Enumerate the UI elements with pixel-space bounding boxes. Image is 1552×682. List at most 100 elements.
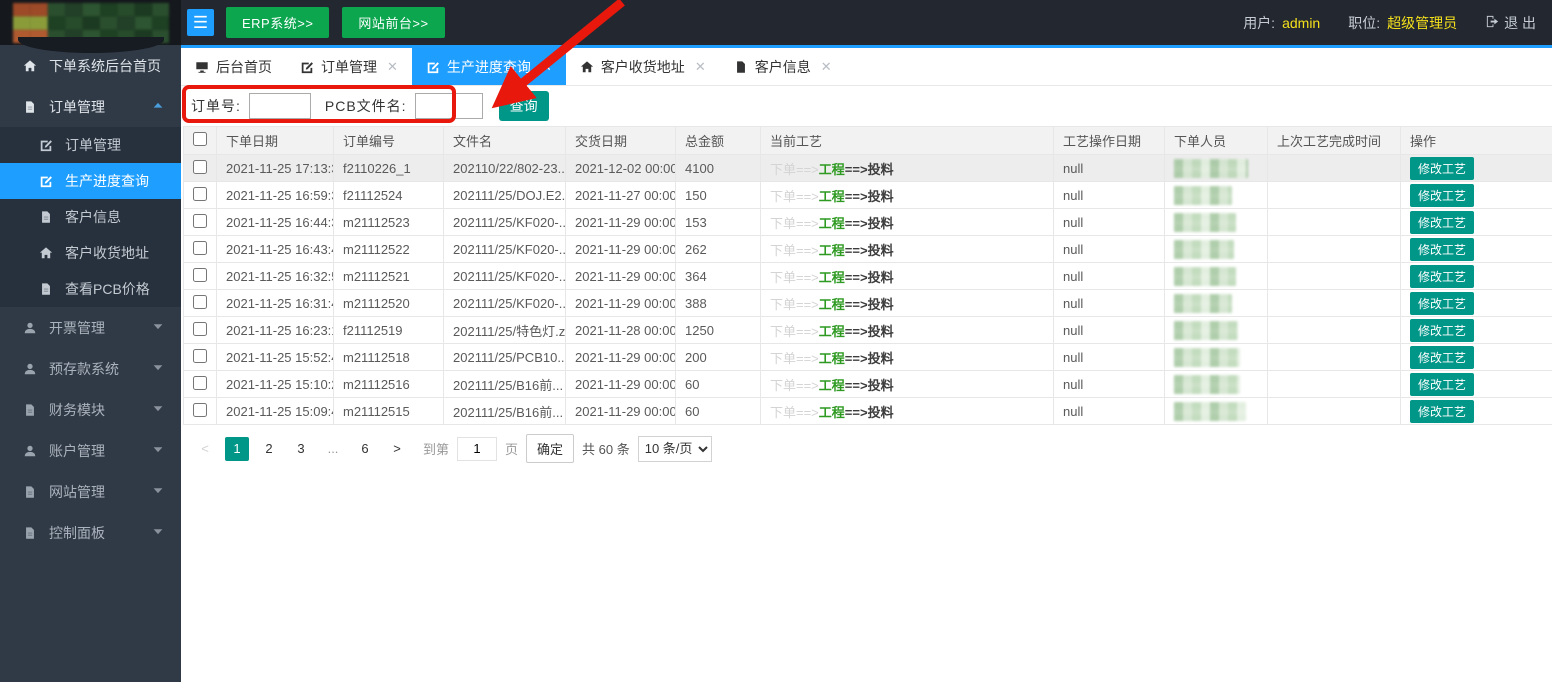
tab-3[interactable]: 客户收货地址✕ (566, 48, 720, 85)
row-select-cell (184, 263, 217, 290)
tab-4[interactable]: 客户信息✕ (720, 48, 846, 85)
app-logo-blurred (0, 0, 181, 45)
site-front-button[interactable]: 网站前台>> (342, 7, 444, 38)
cell-file: 202111/25/DOJ.E2... (444, 182, 566, 209)
pagination-page-3[interactable]: 3 (289, 437, 313, 461)
cell-last-done (1268, 317, 1401, 344)
cell-op-date: null (1054, 317, 1165, 344)
query-button[interactable]: 查询 (499, 91, 549, 121)
cell-person (1165, 182, 1268, 209)
cell-process: 下单==>工程==>投料 (761, 290, 1054, 317)
cell-amount: 200 (676, 344, 761, 371)
cell-person (1165, 290, 1268, 317)
cell-order: m21112515 (334, 398, 444, 425)
process-done: 下单==> (770, 351, 819, 366)
caretdown-icon (151, 360, 165, 374)
col-header-7: 下单人员 (1165, 127, 1268, 155)
row-select-cell (184, 371, 217, 398)
sidebar-item-1[interactable]: 订单管理 (0, 86, 181, 127)
sidebar-item-7[interactable]: 控制面板 (0, 512, 181, 553)
process-current: 工程 (819, 189, 845, 204)
select-all-checkbox[interactable] (193, 132, 207, 146)
col-header-2: 文件名 (444, 127, 566, 155)
pagination-prev[interactable]: < (193, 437, 217, 461)
row-checkbox[interactable] (193, 295, 207, 309)
row-checkbox[interactable] (193, 349, 207, 363)
row-checkbox[interactable] (193, 403, 207, 417)
col-header-1: 订单编号 (334, 127, 444, 155)
row-checkbox[interactable] (193, 376, 207, 390)
row-checkbox[interactable] (193, 241, 207, 255)
edit-process-button[interactable]: 修改工艺 (1410, 211, 1474, 234)
row-select-cell (184, 236, 217, 263)
logout-button[interactable]: 退 出 (1485, 13, 1536, 33)
cell-date: 2021-11-25 16:32:54 (217, 263, 334, 290)
cell-op-date: null (1054, 371, 1165, 398)
sidebar-item-label: 账户管理 (49, 441, 105, 461)
cell-op-date: null (1054, 236, 1165, 263)
edit-process-button[interactable]: 修改工艺 (1410, 400, 1474, 423)
cell-last-done (1268, 398, 1401, 425)
col-header-6: 工艺操作日期 (1054, 127, 1165, 155)
cell-op-date: null (1054, 182, 1165, 209)
process-done: 下单==> (770, 270, 819, 285)
cell-order: f2110226_1 (334, 155, 444, 182)
sidebar-item-4[interactable]: 财务模块 (0, 389, 181, 430)
row-checkbox[interactable] (193, 322, 207, 336)
sidebar-item-2[interactable]: 开票管理 (0, 307, 181, 348)
row-checkbox[interactable] (193, 214, 207, 228)
caretdown-icon (151, 442, 165, 456)
caretdown-icon (151, 319, 165, 333)
tab-0[interactable]: 后台首页 (181, 48, 286, 85)
process-done: 下单==> (770, 405, 819, 420)
tab-1[interactable]: 订单管理 ✕ (286, 48, 412, 85)
row-checkbox[interactable] (193, 187, 207, 201)
tab-label: 订单管理 (321, 57, 377, 77)
edit-process-button[interactable]: 修改工艺 (1410, 319, 1474, 342)
tab-close-icon[interactable]: ✕ (821, 59, 832, 75)
desktop-icon (195, 60, 209, 74)
sidebar-item-6[interactable]: 网站管理 (0, 471, 181, 512)
page-size-select[interactable]: 10 条/页 (638, 436, 712, 462)
tab-label: 生产进度查询 (447, 57, 531, 77)
erp-system-button[interactable]: ERP系统>> (226, 7, 329, 38)
table-row: 2021-11-25 15:52:45m21112518202111/25/PC… (184, 344, 1552, 371)
sidebar-subitem-4[interactable]: 查看PCB价格 (0, 271, 181, 307)
sidebar-item-3[interactable]: 预存款系统 (0, 348, 181, 389)
pagination-page-1[interactable]: 1 (225, 437, 249, 461)
pagination-next[interactable]: > (385, 437, 409, 461)
edit-process-button[interactable]: 修改工艺 (1410, 238, 1474, 261)
pagination-ellipsis: ... (321, 437, 345, 461)
sidebar-subitem-2[interactable]: 客户信息 (0, 199, 181, 235)
order-no-input[interactable] (249, 93, 311, 119)
tab-close-icon[interactable]: ✕ (541, 59, 552, 75)
sidebar-subitem-3[interactable]: 客户收货地址 (0, 235, 181, 271)
pagination-page-2[interactable]: 2 (257, 437, 281, 461)
sidebar-subitem-0[interactable]: 订单管理 (0, 127, 181, 163)
row-checkbox[interactable] (193, 160, 207, 174)
sidebar-item-5[interactable]: 账户管理 (0, 430, 181, 471)
cell-delivery: 2021-11-29 00:00:00 (566, 344, 676, 371)
tab-close-icon[interactable]: ✕ (695, 59, 706, 75)
tab-2[interactable]: 生产进度查询 ✕ (412, 48, 566, 85)
edit-process-button[interactable]: 修改工艺 (1410, 157, 1474, 180)
edit-process-button[interactable]: 修改工艺 (1410, 292, 1474, 315)
caretdown-icon (151, 483, 165, 497)
tab-close-icon[interactable]: ✕ (387, 59, 398, 75)
file-icon (39, 282, 53, 296)
sidebar-subitem-1[interactable]: 生产进度查询 (0, 163, 181, 199)
pagination-page-6[interactable]: 6 (353, 437, 377, 461)
cell-action: 修改工艺 (1401, 236, 1552, 263)
process-rest: ==>投料 (845, 162, 894, 177)
pcb-file-input[interactable] (415, 93, 483, 119)
edit-process-button[interactable]: 修改工艺 (1410, 184, 1474, 207)
menu-toggle-button[interactable]: ☰ (187, 9, 214, 36)
goto-page-input[interactable] (457, 437, 497, 461)
row-checkbox[interactable] (193, 268, 207, 282)
goto-confirm-button[interactable]: 确定 (526, 434, 574, 463)
edit-process-button[interactable]: 修改工艺 (1410, 346, 1474, 369)
role-label: 职位: (1348, 13, 1380, 33)
edit-process-button[interactable]: 修改工艺 (1410, 265, 1474, 288)
cell-date: 2021-11-25 15:10:21 (217, 371, 334, 398)
edit-process-button[interactable]: 修改工艺 (1410, 373, 1474, 396)
